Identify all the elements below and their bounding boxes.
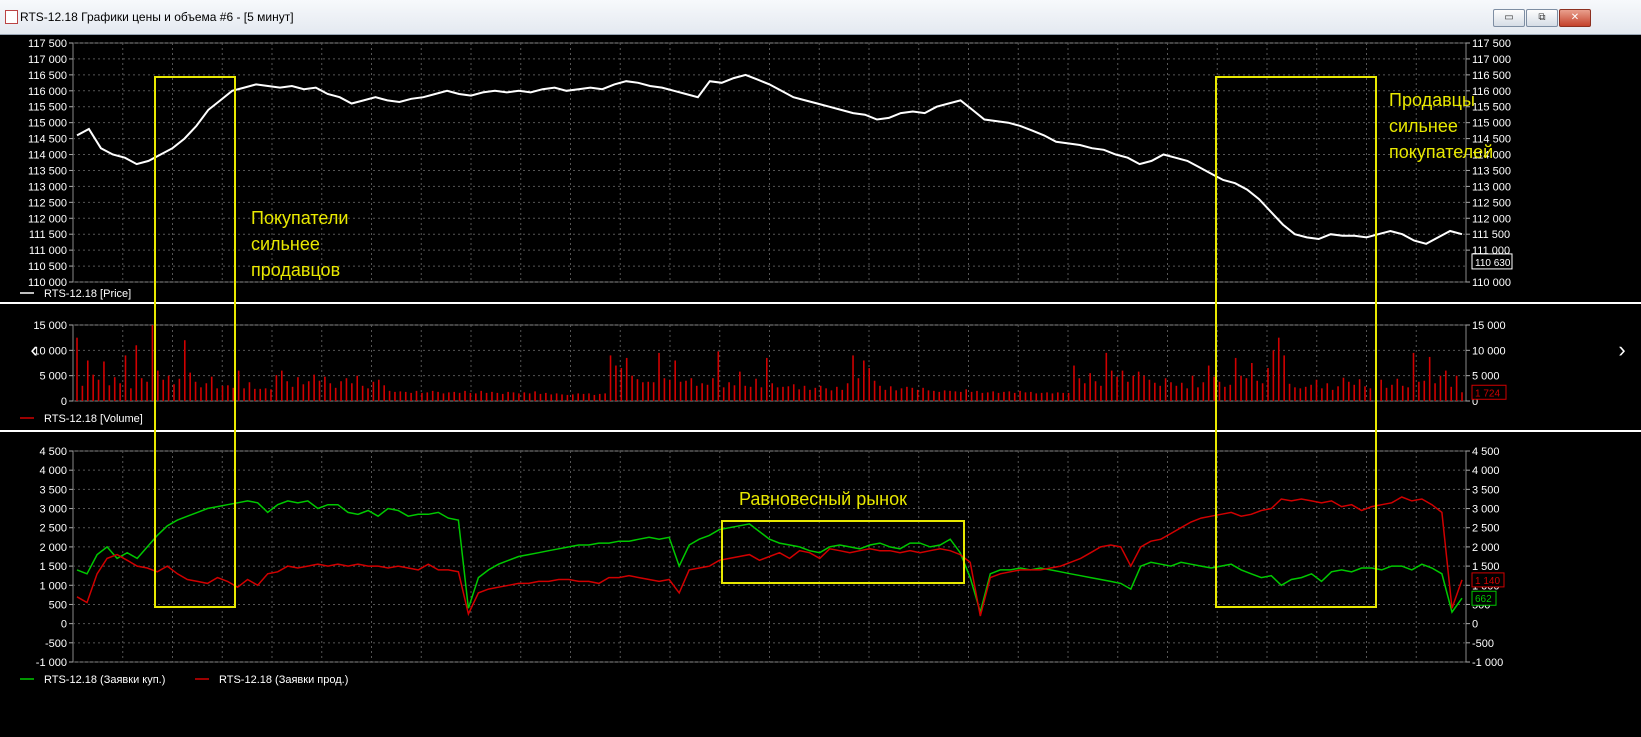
y-tick-label: 0: [61, 396, 67, 408]
y-tick-label-right: 116 000: [1472, 86, 1511, 98]
equilibrium-annotation: Равновесный рынок: [739, 489, 907, 509]
y-tick-label-right: 111 500: [1472, 229, 1510, 241]
y-tick-label-right: 112 500: [1472, 197, 1511, 209]
y-tick-label: 113 500: [28, 165, 67, 177]
y-tick-label: 112 500: [28, 197, 67, 209]
y-tick-label-right: -1 000: [1472, 657, 1503, 669]
y-tick-label: 114 000: [28, 150, 67, 162]
title-bar[interactable]: RTS-12.18 Графики цены и объема #6 - [5 …: [0, 0, 1641, 35]
close-button[interactable]: ✕: [1559, 9, 1591, 27]
y-tick-label-right: 3 000: [1472, 504, 1500, 516]
y-tick-label: 3 000: [39, 504, 67, 516]
y-tick-label: 0: [61, 619, 67, 631]
next-arrow-icon[interactable]: ›: [1612, 336, 1632, 364]
chart-window-icon: [5, 10, 18, 24]
y-tick-label-right: 15 000: [1472, 320, 1506, 332]
y-tick-label: 2 500: [39, 523, 67, 535]
last-bids-label: 662: [1475, 594, 1492, 605]
y-tick-label-right: 4 500: [1472, 446, 1500, 458]
y-tick-label-right: 110 000: [1472, 277, 1511, 289]
y-tick-label-right: 4 000: [1472, 465, 1500, 477]
y-tick-label: 4 000: [39, 465, 67, 477]
y-tick-label: 15 000: [33, 320, 67, 332]
y-tick-label: 1 500: [39, 561, 67, 573]
previous-arrow-icon[interactable]: ‹: [24, 336, 44, 364]
chart-area: 117 500 117 000 116 500 116 000 115 500 115 0…: [0, 35, 1641, 732]
y-tick-label: 116 500: [28, 70, 67, 82]
y-tick-label: 116 000: [28, 86, 67, 98]
y-tick-label: 3 500: [39, 484, 67, 496]
minimize-button[interactable]: ▭: [1493, 9, 1525, 27]
y-tick-label: 115 500: [28, 102, 67, 114]
y-tick-label: 110 500: [28, 261, 67, 273]
y-tick-label: 112 000: [28, 213, 67, 225]
y-tick-label-right: 117 000: [1472, 54, 1511, 66]
y-tick-label: 117 000: [28, 54, 67, 66]
y-tick-label-right: 112 000: [1472, 213, 1511, 225]
y-tick-label-right: 116 500: [1472, 70, 1511, 82]
legend-bids: RTS-12.18 (Заявки куп.): [44, 674, 165, 686]
sellers-annotation-line: Продавцы: [1389, 90, 1475, 110]
asks-line: [76, 496, 1463, 617]
y-tick-label-right: 115 500: [1472, 102, 1511, 114]
y-tick-label-right: 0: [1472, 619, 1478, 631]
y-tick-label-right: 2 000: [1472, 542, 1500, 554]
y-tick-label-right: 115 000: [1472, 118, 1511, 130]
y-tick-label-right: 3 500: [1472, 484, 1500, 496]
y-tick-label: 117 500: [28, 38, 67, 50]
charts-svg: 117 500 117 000 116 500 116 000 115 500 115 0…: [0, 38, 1641, 686]
y-tick-label: -500: [45, 638, 67, 650]
y-tick-label: -1 000: [36, 657, 67, 669]
legend-asks: RTS-12.18 (Заявки прод.): [219, 674, 348, 686]
y-tick-label: 5 000: [39, 371, 67, 383]
buyers-annotation-line: сильнее: [251, 234, 320, 254]
y-tick-label-right: 117 500: [1472, 38, 1511, 50]
legend-price: RTS-12.18 [Price]: [44, 288, 131, 300]
y-tick-label: 111 000: [29, 245, 67, 257]
sellers-annotation-line: сильнее: [1389, 116, 1458, 136]
y-tick-label-right: -500: [1472, 638, 1494, 650]
buyers-annotation-line: продавцов: [251, 260, 340, 280]
last-price-label: 110 630: [1475, 258, 1511, 269]
y-tick-label-right: 113 500: [1472, 165, 1511, 177]
y-tick-label: 114 500: [28, 134, 67, 146]
y-tick-label: 115 000: [28, 118, 67, 130]
last-asks-label: 1 140: [1475, 576, 1500, 587]
legend-volume: RTS-12.18 [Volume]: [44, 413, 143, 425]
window-title: RTS-12.18 Графики цены и объема #6 - [5 …: [20, 10, 294, 24]
y-tick-label: 1 000: [39, 580, 67, 592]
y-tick-label-right: 10 000: [1472, 345, 1506, 357]
y-tick-label-right: 1 500: [1472, 561, 1500, 573]
chart-window: RTS-12.18 Графики цены и объема #6 - [5 …: [0, 0, 1641, 732]
buyers-annotation-line: Покупатели: [251, 208, 348, 228]
y-tick-label: 113 000: [28, 181, 67, 193]
y-tick-label: 4 500: [39, 446, 67, 458]
sellers-annotation-line: покупателей: [1389, 142, 1493, 162]
y-tick-label-right: 5 000: [1472, 371, 1500, 383]
y-tick-label: 2 000: [39, 542, 67, 554]
y-tick-label-right: 113 000: [1472, 181, 1511, 193]
last-volume-label: 1 724: [1475, 388, 1500, 399]
y-tick-label: 111 500: [29, 229, 67, 241]
y-tick-label-right: 2 500: [1472, 523, 1500, 535]
restore-button[interactable]: ⧉: [1526, 9, 1558, 27]
y-tick-label: 500: [49, 599, 67, 611]
